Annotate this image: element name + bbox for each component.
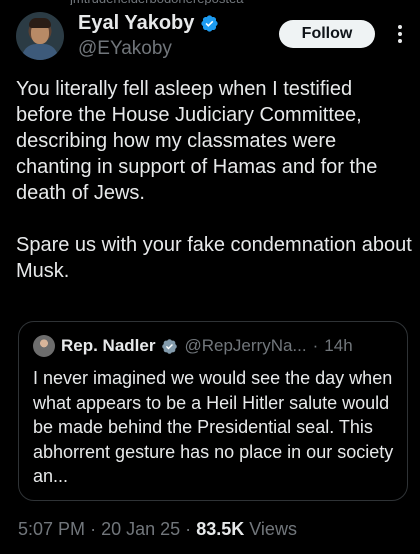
quoted-avatar <box>33 335 55 357</box>
tweet-time[interactable]: 5:07 PM <box>18 519 85 539</box>
verified-badge-icon <box>201 15 219 32</box>
quoted-handle: @RepJerryNa... <box>184 336 307 355</box>
meta-separator: · <box>90 519 97 539</box>
author-display-name[interactable]: Eyal Yakoby <box>78 12 194 35</box>
quoted-text: I never imagined we would see the day wh… <box>33 368 394 486</box>
meta-separator: · <box>185 519 192 539</box>
quoted-separator: · <box>312 336 319 355</box>
tweet-meta: 5:07 PM · 20 Jan 25 · 83.5K Views <box>18 519 297 540</box>
tweet-text: You literally fell asleep when I testifi… <box>16 78 412 282</box>
views-label: Views <box>249 519 297 539</box>
views-count: 83.5K <box>196 519 245 539</box>
follow-button[interactable]: Follow <box>279 20 375 48</box>
repost-context: jmtrudeneiderbodonerepostea <box>70 0 400 5</box>
author-handle[interactable]: @EYakoby <box>78 38 172 60</box>
tweet-date[interactable]: 20 Jan 25 <box>101 519 180 539</box>
author-avatar[interactable] <box>16 12 64 60</box>
quoted-header: Rep. Nadler @RepJerryNa... · 14h <box>33 335 353 357</box>
quoted-tweet[interactable]: Rep. Nadler @RepJerryNa... · 14h I never… <box>18 321 408 501</box>
author-name-row: Eyal Yakoby <box>78 12 219 35</box>
quoted-display-name: Rep. Nadler <box>61 336 156 355</box>
more-options-icon[interactable] <box>390 22 410 46</box>
quoted-time: 14h <box>324 336 353 355</box>
government-badge-icon <box>162 338 178 354</box>
